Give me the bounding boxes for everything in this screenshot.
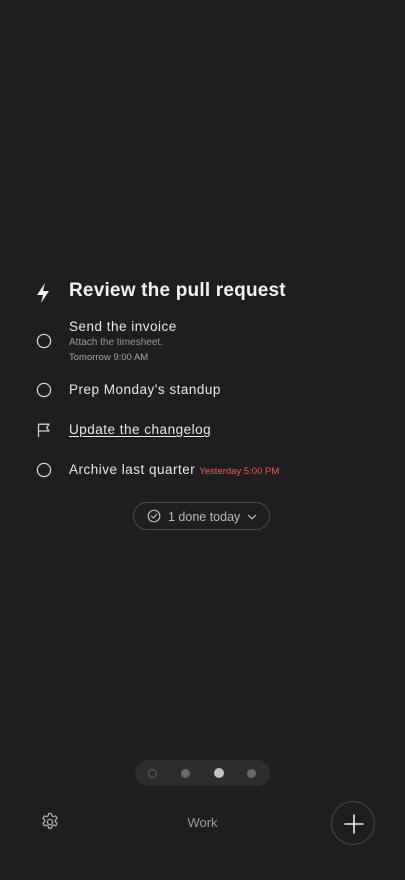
- flag-icon[interactable]: [36, 422, 52, 438]
- check-circle-icon: [147, 509, 161, 523]
- plus-icon: [344, 814, 364, 834]
- bolt-icon: [37, 283, 49, 303]
- page-dot[interactable]: [148, 769, 157, 778]
- task-label: Archive last quarter Yesterday 5:00 PM: [69, 462, 279, 477]
- page-dot[interactable]: [181, 769, 190, 778]
- circle-icon[interactable]: [36, 333, 52, 349]
- focused-task[interactable]: Review the pull request: [0, 278, 405, 308]
- task-row[interactable]: Prep Monday's standup: [0, 380, 405, 404]
- task-row[interactable]: Send the invoice Attach the timesheet. T…: [0, 318, 405, 366]
- task-label: Send the invoice: [69, 319, 177, 334]
- task-due: Tomorrow 9:00 AM: [69, 352, 149, 363]
- focused-task-title: Review the pull request: [69, 280, 286, 301]
- task-due-overdue: Yesterday 5:00 PM: [199, 466, 280, 477]
- done-today-label: 1 done today: [168, 510, 241, 524]
- circle-icon[interactable]: [36, 382, 52, 398]
- circle-icon[interactable]: [36, 462, 52, 478]
- chevron-down-icon: [247, 514, 257, 520]
- done-today-toggle[interactable]: 1 done today: [133, 502, 270, 530]
- task-row[interactable]: Archive last quarter Yesterday 5:00 PM: [0, 461, 405, 485]
- task-label: Prep Monday's standup: [69, 382, 221, 397]
- add-task-button[interactable]: [331, 801, 375, 845]
- task-label-text: Archive last quarter: [69, 462, 196, 477]
- task-note: Attach the timesheet.: [69, 337, 163, 348]
- page-dot[interactable]: [247, 769, 256, 778]
- page-dot-active[interactable]: [214, 768, 224, 778]
- task-label: Update the changelog: [69, 422, 212, 437]
- task-row[interactable]: Update the changelog: [0, 420, 405, 444]
- page-indicator[interactable]: [135, 760, 270, 786]
